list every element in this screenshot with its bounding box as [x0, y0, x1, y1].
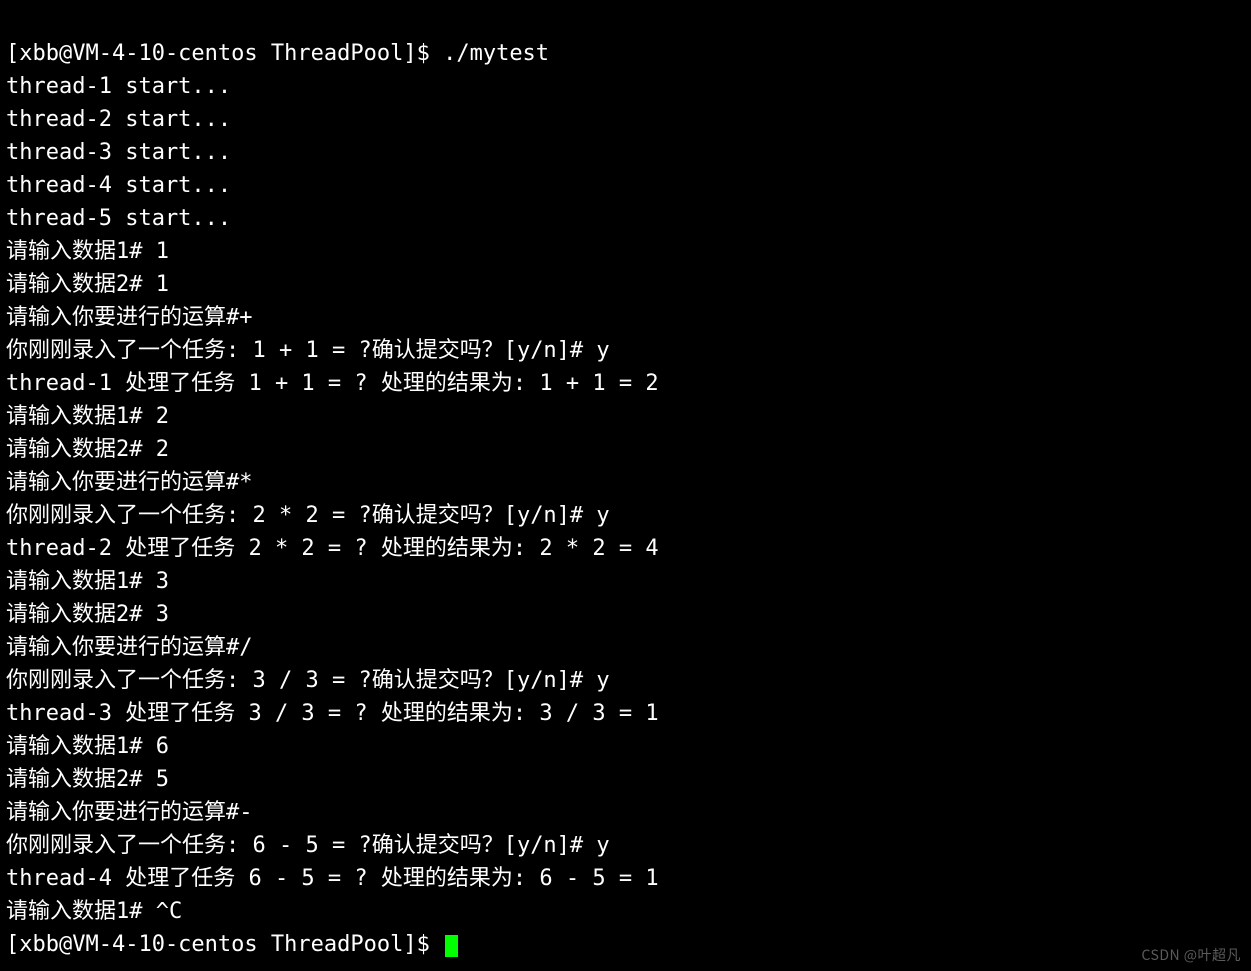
output-line: 请输入你要进行的运算#-: [6, 800, 253, 825]
output-line: 请输入数据1# 1: [6, 239, 169, 264]
output-line: thread-5 start...: [6, 206, 231, 231]
output-line: 请输入数据1# ^C: [6, 899, 182, 924]
output-line: thread-2 处理了任务 2 * 2 = ? 处理的结果为: 2 * 2 =…: [6, 536, 659, 561]
output-line: 你刚刚录入了一个任务: 6 - 5 = ?确认提交吗？[y/n]# y: [6, 833, 610, 858]
output-line: thread-1 处理了任务 1 + 1 = ? 处理的结果为: 1 + 1 =…: [6, 371, 659, 396]
cursor-block: [445, 935, 458, 957]
output-line: 请输入数据1# 6: [6, 734, 169, 759]
output-line: 请输入你要进行的运算#*: [6, 470, 253, 495]
output-line: thread-3 处理了任务 3 / 3 = ? 处理的结果为: 3 / 3 =…: [6, 701, 659, 726]
output-line: 请输入数据2# 5: [6, 767, 169, 792]
output-line: 请输入数据1# 3: [6, 569, 169, 594]
output-line: 请输入你要进行的运算#+: [6, 305, 253, 330]
shell-prompt[interactable]: [xbb@VM-4-10-centos ThreadPool]$: [6, 932, 443, 957]
output-line: 你刚刚录入了一个任务: 1 + 1 = ?确认提交吗？[y/n]# y: [6, 338, 610, 363]
output-line: thread-4 start...: [6, 173, 231, 198]
output-line: thread-2 start...: [6, 107, 231, 132]
output-line: 请输入数据2# 1: [6, 272, 169, 297]
terminal[interactable]: [xbb@VM-4-10-centos ThreadPool]$ ./mytes…: [0, 0, 1251, 965]
output-line: thread-1 start...: [6, 74, 231, 99]
output-line: 你刚刚录入了一个任务: 3 / 3 = ?确认提交吗？[y/n]# y: [6, 668, 610, 693]
output-line: thread-4 处理了任务 6 - 5 = ? 处理的结果为: 6 - 5 =…: [6, 866, 659, 891]
output-line: 请输入数据2# 2: [6, 437, 169, 462]
output-line: thread-3 start...: [6, 140, 231, 165]
output-line: 请输入你要进行的运算#/: [6, 635, 253, 660]
output-line: 请输入数据1# 2: [6, 404, 169, 429]
output-line: [xbb@VM-4-10-centos ThreadPool]$ ./mytes…: [6, 41, 549, 66]
output-line: 你刚刚录入了一个任务: 2 * 2 = ?确认提交吗？[y/n]# y: [6, 503, 610, 528]
output-line: 请输入数据2# 3: [6, 602, 169, 627]
